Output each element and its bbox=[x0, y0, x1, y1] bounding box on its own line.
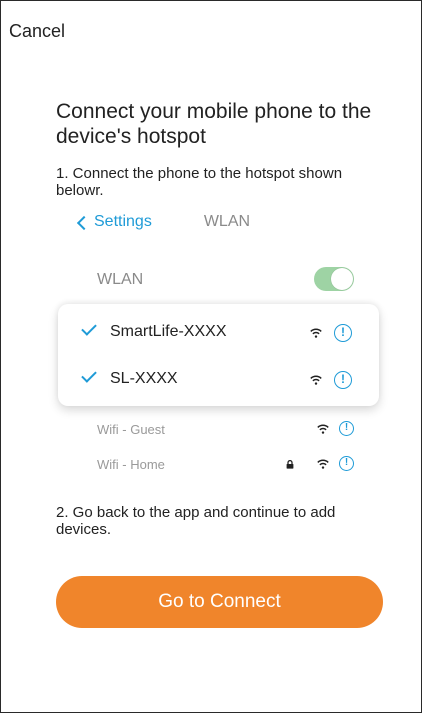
page-title: Connect your mobile phone to the device'… bbox=[56, 100, 372, 148]
network-row-sl[interactable]: SL-XXXX ! bbox=[58, 367, 379, 392]
wifi-icon bbox=[310, 328, 322, 338]
chevron-left-icon bbox=[76, 215, 92, 230]
network-row-wifi-guest[interactable]: Wifi - Guest bbox=[97, 422, 165, 437]
cancel-button[interactable]: Cancel bbox=[9, 21, 65, 42]
network-name: SmartLife-XXXX bbox=[110, 323, 227, 340]
info-icon[interactable]: ! bbox=[334, 324, 352, 342]
settings-nav-bar: Settings WLAN bbox=[76, 212, 251, 232]
wlan-nav-title: WLAN bbox=[203, 213, 251, 230]
info-icon[interactable]: ! bbox=[334, 371, 352, 389]
lock-icon bbox=[286, 460, 294, 469]
settings-back-link[interactable]: Settings bbox=[76, 213, 152, 231]
network-name: SL-XXXX bbox=[110, 370, 178, 387]
wlan-toggle[interactable] bbox=[314, 267, 354, 291]
step-1-instruction: 1. Connect the phone to the hotspot show… bbox=[56, 165, 343, 199]
checkmark-icon bbox=[81, 320, 97, 336]
network-row-smartlife[interactable]: SmartLife-XXXX ! bbox=[58, 320, 379, 345]
checkmark-icon bbox=[81, 367, 97, 383]
wlan-label: WLAN bbox=[97, 271, 144, 288]
toggle-knob bbox=[331, 268, 353, 290]
settings-back-label: Settings bbox=[94, 213, 152, 230]
wifi-icon bbox=[310, 375, 322, 385]
info-icon[interactable]: ! bbox=[339, 421, 354, 436]
info-icon[interactable]: ! bbox=[339, 456, 354, 471]
network-row-wifi-home[interactable]: Wifi - Home bbox=[97, 457, 165, 472]
wifi-icon bbox=[317, 424, 329, 434]
step-2-instruction: 2. Go back to the app and continue to ad… bbox=[56, 504, 336, 538]
wifi-icon bbox=[317, 459, 329, 469]
go-to-connect-button[interactable]: Go to Connect bbox=[56, 576, 383, 628]
screen: Cancel Connect your mobile phone to the … bbox=[0, 0, 422, 713]
highlighted-network-card: SmartLife-XXXX ! SL-XXXX ! bbox=[58, 304, 379, 406]
